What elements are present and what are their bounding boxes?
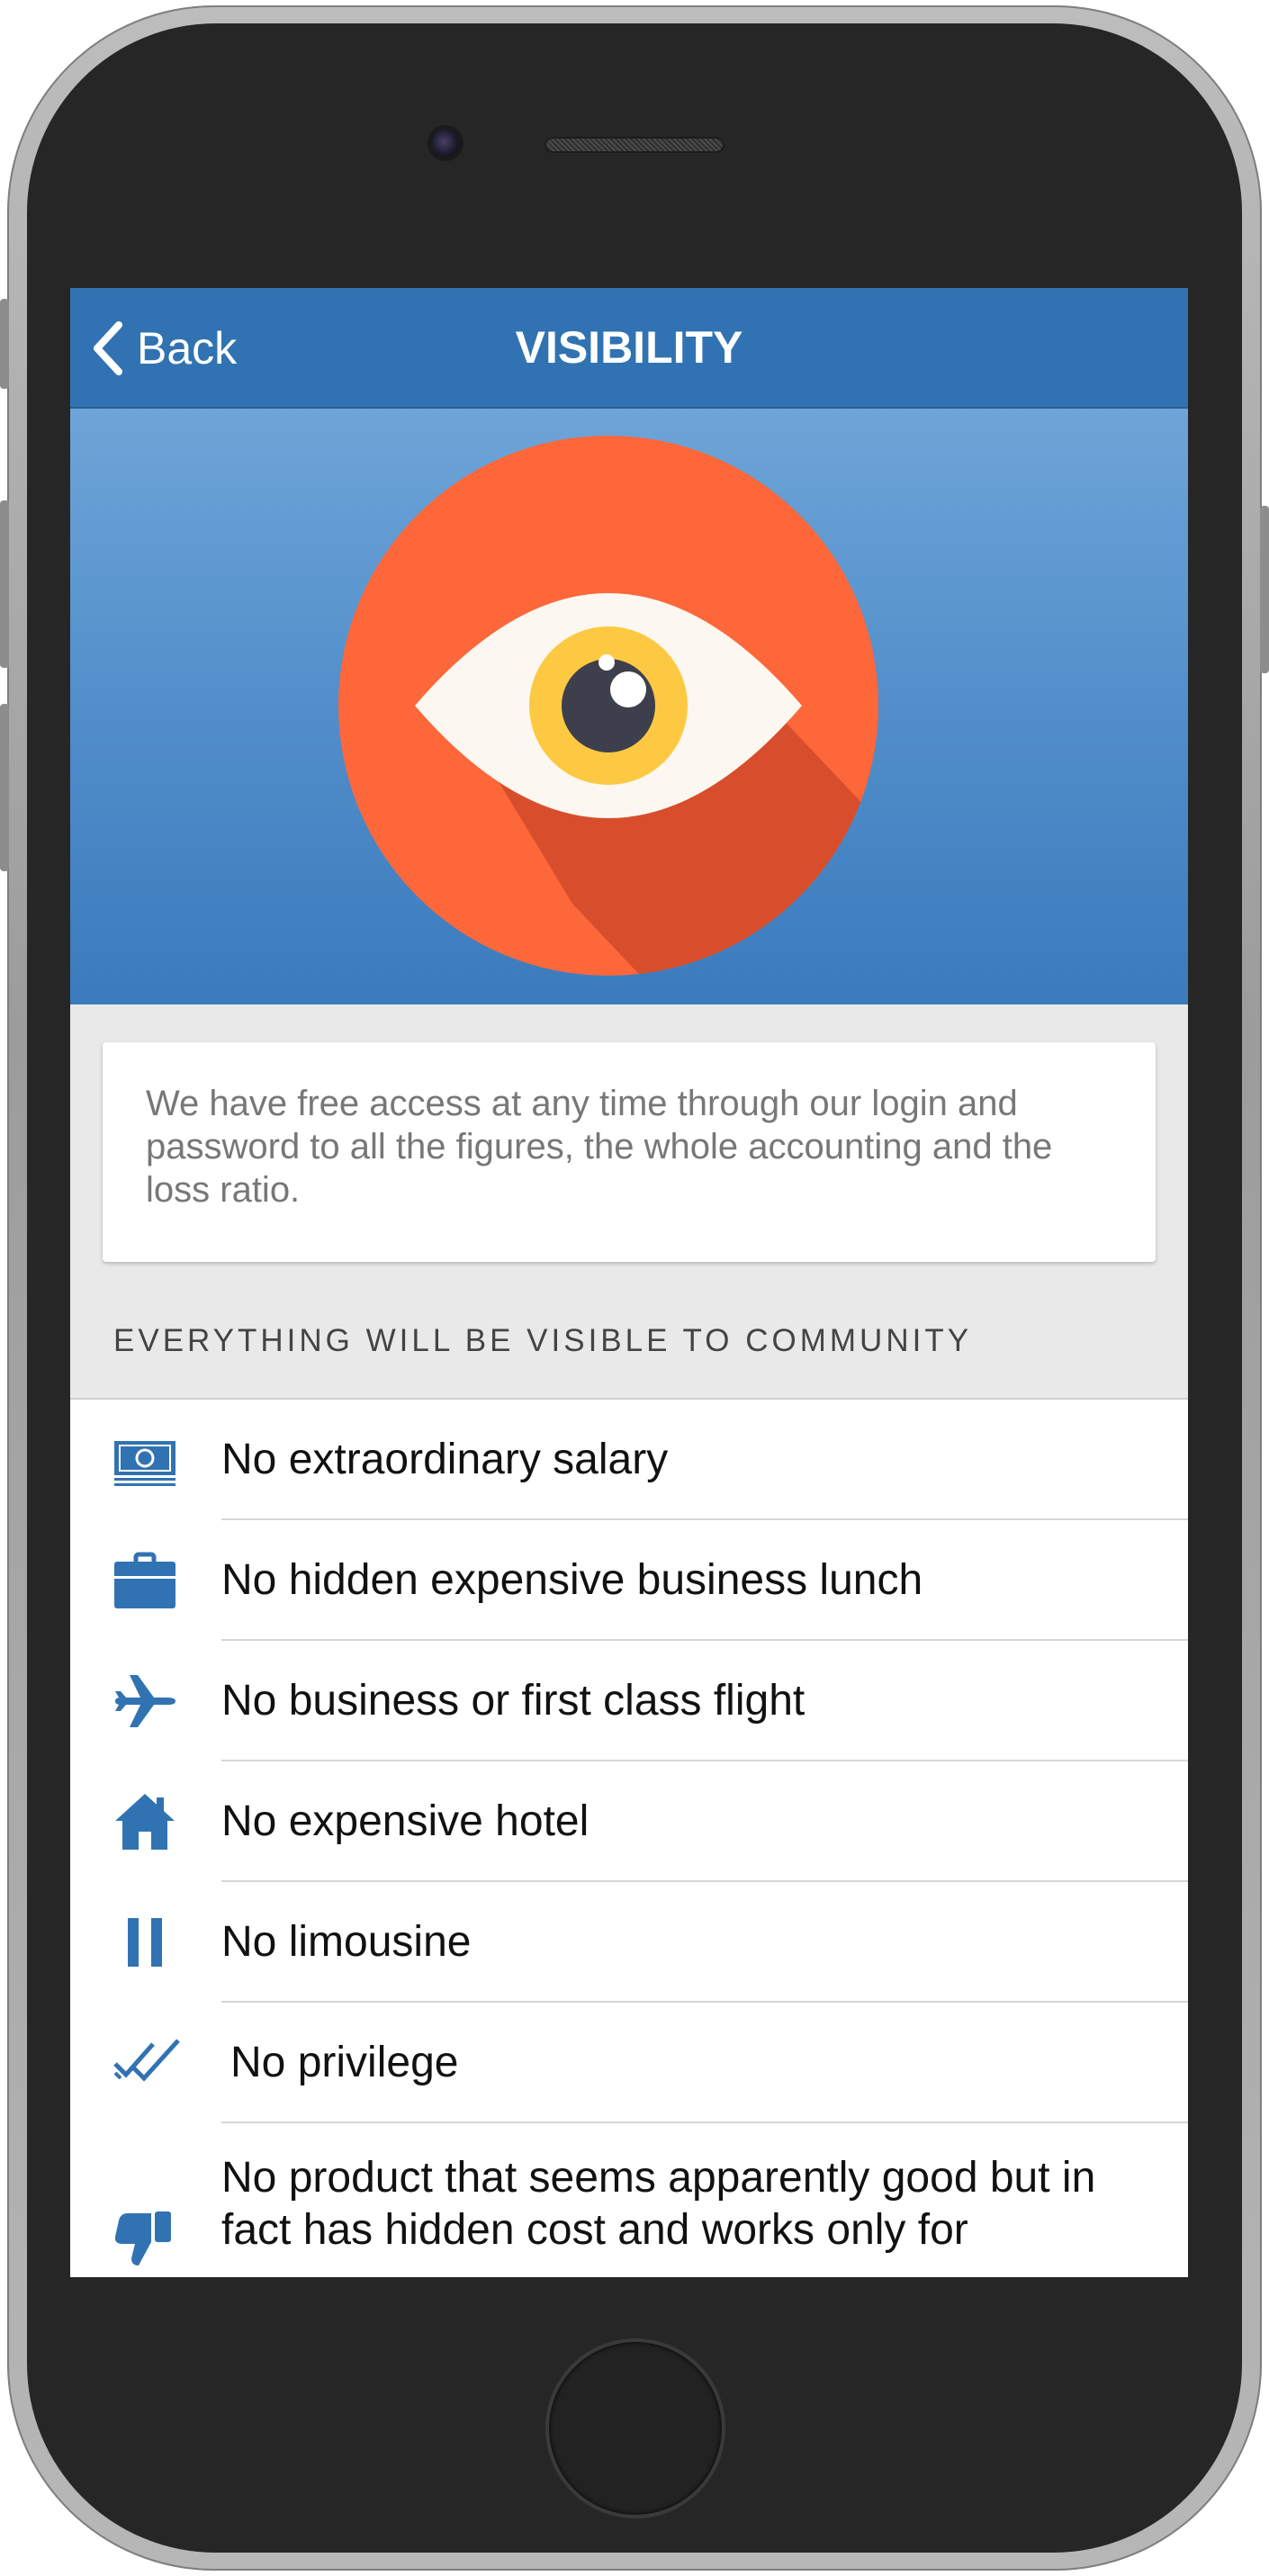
- list-item-label: No business or first class flight: [221, 1677, 806, 1725]
- list-item[interactable]: No limousine: [70, 1882, 1188, 2003]
- list-item[interactable]: No privilege: [70, 2003, 1188, 2123]
- double-check-icon: [113, 2039, 180, 2082]
- mute-switch: [0, 299, 9, 389]
- list-item[interactable]: No hidden expensive business lunch: [70, 1520, 1188, 1641]
- list-item-label: No hidden expensive business lunch: [221, 1556, 923, 1604]
- app-screen: VISIBILITY Back We have free access at a…: [70, 288, 1188, 2277]
- list-item[interactable]: No business or first class flight: [70, 1641, 1188, 1761]
- money-icon: [114, 1441, 176, 1486]
- list-item-label: No limousine: [221, 1918, 472, 1966]
- page-title: VISIBILITY: [515, 322, 743, 373]
- hero-banner: [70, 409, 1188, 1004]
- power-button: [1260, 506, 1269, 673]
- earpiece-speaker: [544, 137, 724, 153]
- section-header: EVERYTHING WILL BE VISIBLE TO COMMUNITY: [113, 1323, 973, 1358]
- list-item-label: No privilege: [230, 2039, 459, 2086]
- list-item[interactable]: No expensive hotel: [70, 1761, 1188, 1882]
- volume-up-button: [0, 500, 9, 668]
- list-item-label: No expensive hotel: [221, 1797, 590, 1845]
- restrictions-list: No extraordinary salary No hidden expens…: [70, 1398, 1188, 2277]
- house-icon: [115, 1794, 175, 1850]
- airplane-icon: [115, 1675, 176, 1727]
- home-button[interactable]: [545, 2338, 725, 2518]
- back-button[interactable]: Back: [90, 317, 237, 380]
- list-item[interactable]: No extraordinary salary: [70, 1400, 1188, 1520]
- intro-text: We have free access at any time through …: [146, 1084, 1053, 1210]
- volume-down-button: [0, 704, 9, 871]
- chevron-left-icon: [94, 321, 122, 375]
- list-item-label: No product that seems apparently good bu…: [221, 2154, 1096, 2254]
- navigation-bar: VISIBILITY Back: [70, 288, 1188, 409]
- thumbs-down-icon: [114, 2211, 171, 2265]
- briefcase-icon: [114, 1552, 176, 1608]
- list-item-label: No extraordinary salary: [221, 1436, 669, 1483]
- back-label: Back: [137, 323, 238, 374]
- list-item[interactable]: No product that seems apparently good bu…: [70, 2123, 1188, 2277]
- eye-icon: [338, 436, 878, 976]
- pause-icon: [128, 1918, 162, 1967]
- front-camera: [431, 129, 460, 158]
- intro-card: We have free access at any time through …: [103, 1042, 1156, 1262]
